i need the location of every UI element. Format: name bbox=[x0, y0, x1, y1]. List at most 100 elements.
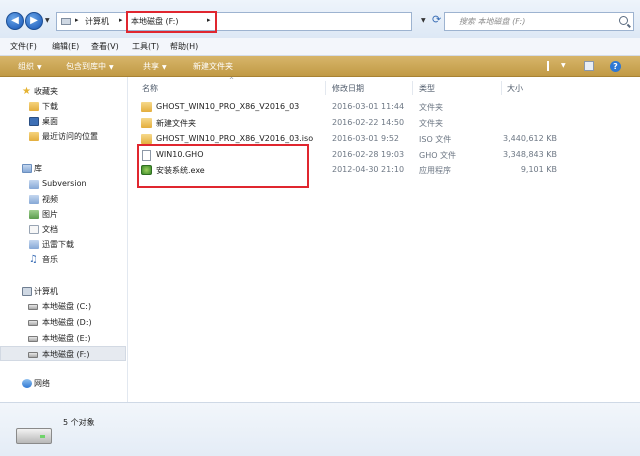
nav-pictures[interactable]: 图片 bbox=[0, 207, 126, 222]
column-divider[interactable] bbox=[501, 81, 502, 95]
back-arrow-icon[interactable]: ◀ bbox=[6, 12, 24, 30]
column-header-type[interactable]: 类型 bbox=[419, 83, 435, 94]
pictures-icon bbox=[29, 210, 39, 219]
nav-videos[interactable]: 视频 bbox=[0, 192, 126, 207]
file-type: 应用程序 bbox=[419, 166, 451, 175]
nav-favorites[interactable]: ★ 收藏夹 bbox=[0, 84, 126, 99]
breadcrumb-separator-icon[interactable]: ▸ bbox=[119, 16, 123, 24]
hard-drive-icon bbox=[28, 336, 38, 342]
file-row[interactable]: 新建文件夹 2016-02-22 14:50 文件夹 bbox=[129, 116, 639, 131]
nav-subversion[interactable]: Subversion bbox=[0, 177, 126, 192]
include-library-label: 包含到库中 bbox=[66, 62, 106, 71]
nav-drive-c[interactable]: 本地磁盘 (C:) bbox=[0, 299, 126, 314]
change-view-icon[interactable] bbox=[543, 61, 553, 71]
nav-subversion-label: Subversion bbox=[42, 179, 87, 188]
hard-drive-icon bbox=[28, 352, 38, 358]
nav-downloads[interactable]: 下载 bbox=[0, 99, 126, 114]
nav-network-label: 网络 bbox=[34, 379, 50, 388]
nav-libraries[interactable]: 库 bbox=[0, 161, 126, 176]
menu-file[interactable]: 文件(F) bbox=[10, 41, 37, 52]
computer-icon bbox=[22, 287, 32, 296]
search-icon bbox=[619, 16, 628, 25]
nav-desktop[interactable]: 桌面 bbox=[0, 114, 126, 129]
nav-computer-label: 计算机 bbox=[34, 287, 58, 296]
share-button[interactable]: 共享 ▼ bbox=[143, 61, 167, 72]
nav-documents[interactable]: 文档 bbox=[0, 222, 126, 237]
hard-drive-icon bbox=[28, 304, 38, 310]
column-header-date[interactable]: 修改日期 bbox=[332, 83, 364, 94]
file-type: 文件夹 bbox=[419, 103, 443, 112]
chevron-down-icon: ▼ bbox=[37, 64, 42, 71]
menu-help[interactable]: 帮助(H) bbox=[170, 41, 198, 52]
nav-videos-label: 视频 bbox=[42, 195, 58, 204]
folder-icon bbox=[141, 102, 152, 112]
organize-button[interactable]: 组织 ▼ bbox=[18, 61, 42, 72]
details-pane: 5 个对象 bbox=[0, 402, 640, 456]
include-library-button[interactable]: 包含到库中 ▼ bbox=[66, 61, 114, 72]
column-header-name[interactable]: 名称 bbox=[142, 83, 158, 94]
nav-computer[interactable]: 计算机 bbox=[0, 284, 126, 299]
forward-arrow-icon[interactable]: ▶ bbox=[25, 12, 43, 30]
music-note-icon: ♫ bbox=[29, 254, 38, 265]
nav-music[interactable]: ♫ 音乐 bbox=[0, 252, 126, 267]
file-date: 2012-04-30 21:10 bbox=[332, 165, 405, 174]
nav-downloads-label: 下载 bbox=[42, 102, 58, 111]
desktop-icon bbox=[29, 117, 39, 126]
nav-thunder-label: 迅雷下载 bbox=[42, 240, 74, 249]
column-divider[interactable] bbox=[412, 81, 413, 95]
file-row[interactable]: GHOST_WIN10_PRO_X86_V2016_03 2016-03-01 … bbox=[129, 100, 639, 115]
file-date: 2016-02-28 19:03 bbox=[332, 150, 405, 159]
hard-drive-icon bbox=[16, 422, 52, 444]
nav-drive-e-label: 本地磁盘 (E:) bbox=[42, 334, 91, 343]
file-type: GHO 文件 bbox=[419, 151, 457, 160]
nav-drive-f[interactable]: 本地磁盘 (F:) bbox=[0, 346, 126, 361]
column-divider[interactable] bbox=[325, 81, 326, 95]
subversion-library-icon bbox=[29, 180, 39, 189]
breadcrumb-computer[interactable]: 计算机 bbox=[85, 16, 109, 27]
file-date: 2016-03-01 11:44 bbox=[332, 102, 405, 111]
breadcrumb-separator-icon[interactable]: ▸ bbox=[75, 16, 79, 24]
nav-drive-d[interactable]: 本地磁盘 (D:) bbox=[0, 315, 126, 330]
navigation-pane: ★ 收藏夹 下载 桌面 最近访问的位置 库 Subversion 视频 图片 文… bbox=[0, 77, 128, 402]
nav-drive-d-label: 本地磁盘 (D:) bbox=[42, 318, 92, 327]
nav-documents-label: 文档 bbox=[42, 225, 58, 234]
menu-view[interactable]: 查看(V) bbox=[91, 41, 119, 52]
documents-icon bbox=[29, 225, 39, 234]
file-type: 文件夹 bbox=[419, 119, 443, 128]
nav-recent-places[interactable]: 最近访问的位置 bbox=[0, 129, 126, 144]
hard-drive-icon bbox=[28, 320, 38, 326]
recent-places-icon bbox=[29, 132, 39, 141]
menu-edit[interactable]: 编辑(E) bbox=[52, 41, 79, 52]
nav-drive-e[interactable]: 本地磁盘 (E:) bbox=[0, 331, 126, 346]
preview-pane-icon[interactable] bbox=[584, 61, 594, 71]
videos-icon bbox=[29, 195, 39, 204]
file-name: 新建文件夹 bbox=[156, 119, 196, 128]
nav-pictures-label: 图片 bbox=[42, 210, 58, 219]
file-name: GHOST_WIN10_PRO_X86_V2016_03.iso bbox=[156, 134, 314, 143]
downloads-folder-icon bbox=[29, 102, 39, 111]
address-highlight-box bbox=[126, 11, 217, 33]
new-folder-button[interactable]: 新建文件夹 bbox=[193, 61, 233, 72]
file-size: 3,440,612 KB bbox=[503, 134, 557, 143]
menu-tools[interactable]: 工具(T) bbox=[132, 41, 159, 52]
address-history-dropdown-icon[interactable]: ▼ bbox=[421, 17, 426, 24]
recent-pages-dropdown-icon[interactable]: ▼ bbox=[45, 17, 50, 24]
organize-label: 组织 bbox=[18, 62, 34, 71]
search-input[interactable]: 搜索 本地磁盘 (F:) bbox=[444, 12, 634, 31]
menu-bar: 文件(F) 编辑(E) 查看(V) 工具(T) 帮助(H) bbox=[0, 38, 640, 56]
nav-drive-c-label: 本地磁盘 (C:) bbox=[42, 302, 92, 311]
iso-file-icon bbox=[141, 134, 152, 144]
nav-network[interactable]: 网络 bbox=[0, 376, 126, 391]
refresh-icon[interactable]: ⟳ bbox=[432, 13, 441, 26]
nav-thunder-downloads[interactable]: 迅雷下载 bbox=[0, 237, 126, 252]
sort-ascending-icon: ^ bbox=[229, 77, 235, 84]
view-options-dropdown-icon[interactable]: ▼ bbox=[561, 62, 566, 69]
column-header-size[interactable]: 大小 bbox=[507, 83, 523, 94]
search-placeholder: 搜索 本地磁盘 (F:) bbox=[459, 17, 526, 26]
computer-icon bbox=[61, 18, 71, 25]
file-type: ISO 文件 bbox=[419, 135, 452, 144]
address-bar[interactable]: ▸ 计算机 ▸ 本地磁盘 (F:) ▸ bbox=[56, 11, 412, 33]
help-icon[interactable]: ? bbox=[610, 61, 621, 72]
object-count: 5 个对象 bbox=[63, 418, 95, 427]
file-size: 9,101 KB bbox=[520, 165, 557, 174]
